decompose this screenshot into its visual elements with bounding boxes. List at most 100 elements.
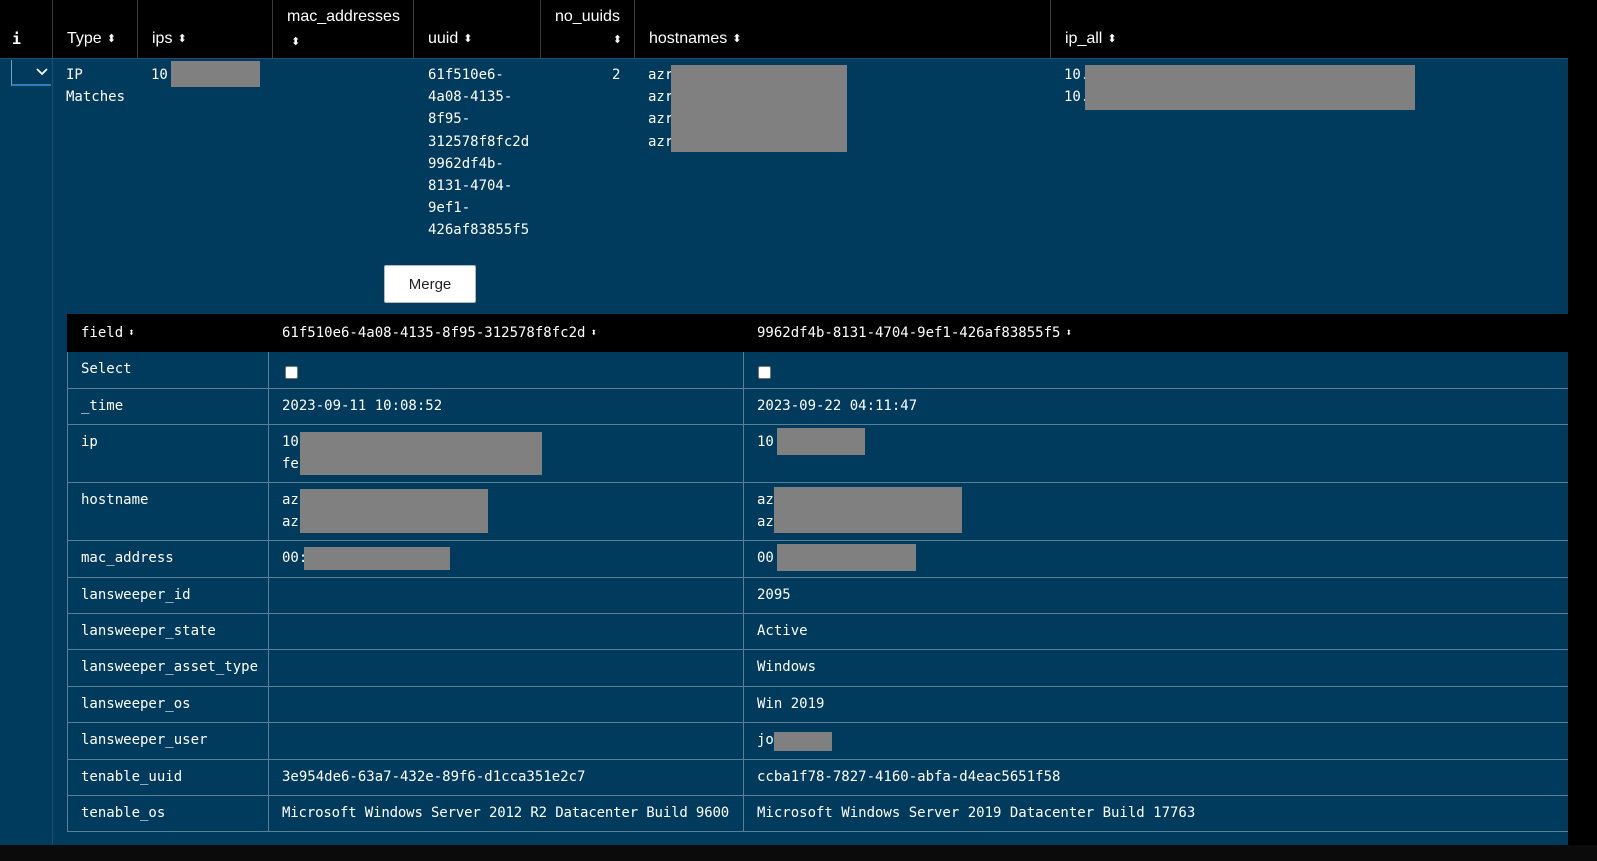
sort-icon[interactable]: ⬍ xyxy=(732,34,741,45)
value-line: 10 xyxy=(757,434,774,450)
uuid-line: 8f95- xyxy=(428,111,471,128)
compare-header-uuid-a[interactable]: 61f510e6-4a08-4135-8f95-312578f8fc2d ⬍ xyxy=(282,325,597,341)
table-header: i Type ⬍ ips ⬍ mac_addresses ⬍ uuid ⬍ no_uu… xyxy=(0,0,1568,59)
field-name: lansweeper_id xyxy=(68,578,269,613)
header-mac-addresses[interactable]: mac_addresses ⬍ xyxy=(273,0,414,58)
value-b: 10 xyxy=(744,425,1569,482)
value-line: jo xyxy=(757,732,774,748)
value-a: 00: xyxy=(269,541,744,577)
redaction xyxy=(774,732,832,751)
results-table: i Type ⬍ ips ⬍ mac_addresses ⬍ uuid ⬍ no_uu… xyxy=(0,0,1568,845)
chevron-down-icon[interactable] xyxy=(36,68,48,76)
value-a: az az xyxy=(269,483,744,540)
field-name: Select xyxy=(68,352,269,388)
redaction xyxy=(300,432,542,475)
field-name: lansweeper_state xyxy=(68,614,269,649)
value-b: Windows xyxy=(757,659,817,675)
compare-row-hostname: hostname az az az az xyxy=(67,483,1568,541)
hostname-line: azr xyxy=(648,111,674,128)
value-a xyxy=(269,352,744,388)
compare-row-mac-address: mac_address 00: 00 xyxy=(67,541,1568,578)
header-no-uuids-label: no_uuids xyxy=(555,8,620,25)
sort-icon[interactable]: ⬍ xyxy=(291,35,300,48)
redaction xyxy=(671,65,847,152)
field-name: lansweeper_os xyxy=(68,687,269,722)
header-type[interactable]: Type ⬍ xyxy=(53,0,138,58)
compare-header-field[interactable]: field ⬍ xyxy=(81,325,135,341)
value-a xyxy=(269,578,744,613)
compare-row-lansweeper-asset-type: lansweeper_asset_type Windows xyxy=(67,650,1568,687)
horizontal-scrollbar[interactable] xyxy=(0,845,1597,861)
compare-row-tenable-os: tenable_os Microsoft Windows Server 2012… xyxy=(67,796,1568,832)
hostname-line: azr xyxy=(648,67,674,83)
value-b: 2023-09-22 04:11:47 xyxy=(757,398,918,414)
sort-icon[interactable]: ⬍ xyxy=(177,34,186,45)
field-name: mac_address xyxy=(68,541,269,577)
compare-row-lansweeper-os: lansweeper_os Win 2019 xyxy=(67,687,1568,723)
merge-button[interactable]: Merge xyxy=(384,265,476,303)
compare-table-header: field ⬍ 61f510e6-4a08-4135-8f95-312578f8f… xyxy=(67,314,1568,352)
compare-row-lansweeper-state: lansweeper_state Active xyxy=(67,614,1568,650)
value-b: Active xyxy=(757,623,808,639)
header-uuid-label: uuid xyxy=(428,30,459,47)
uuid-line: 9ef1- xyxy=(428,200,471,217)
field-name: ip xyxy=(68,425,269,482)
value-a xyxy=(269,650,744,686)
header-ip-all[interactable]: ip_all ⬍ xyxy=(1051,0,1568,58)
header-ip-all-label: ip_all xyxy=(1065,30,1103,47)
redaction xyxy=(171,61,260,87)
row-type-line: Matches xyxy=(66,89,126,106)
compare-header-uuid-a-label: 61f510e6-4a08-4135-8f95-312578f8fc2d xyxy=(282,325,586,341)
compare-header-uuid-b-label: 9962df4b-8131-4704-9ef1-426af83855f5 xyxy=(757,325,1061,341)
sort-icon[interactable]: ⬍ xyxy=(1065,327,1072,338)
row-hostnames: azr azr azr azr xyxy=(648,64,673,153)
sort-icon[interactable]: ⬍ xyxy=(107,34,116,45)
select-checkbox-b[interactable] xyxy=(758,366,771,379)
hostname-line: azr xyxy=(648,89,674,106)
compare-row-select: Select xyxy=(67,352,1568,389)
sort-icon[interactable]: ⬍ xyxy=(463,34,472,45)
row-type: IP Matches xyxy=(66,64,125,108)
compare-row-tenable-uuid: tenable_uuid 3e954de6-63a7-432e-89f6-d1c… xyxy=(67,760,1568,796)
row-ips: 10 xyxy=(151,67,168,83)
header-no-uuids[interactable]: no_uuids ⬍ xyxy=(541,0,635,58)
uuid-line: 312578f8fc2d xyxy=(428,133,530,150)
sort-icon[interactable]: ⬍ xyxy=(590,327,597,338)
uuid-line: 4a08-4135- xyxy=(428,89,513,106)
header-ips[interactable]: ips ⬍ xyxy=(138,0,273,58)
value-b: Microsoft Windows Server 2019 Datacenter… xyxy=(757,805,1196,821)
field-name: lansweeper_asset_type xyxy=(68,650,269,686)
header-hostnames[interactable]: hostnames ⬍ xyxy=(635,0,1051,58)
sort-icon[interactable]: ⬍ xyxy=(1107,34,1116,45)
redaction xyxy=(304,547,450,570)
value-a: 10 fe xyxy=(269,425,744,482)
header-hostnames-label: hostnames xyxy=(649,30,728,47)
hostname-line: azr xyxy=(648,133,674,150)
value-b: Win 2019 xyxy=(757,696,825,712)
field-name: tenable_os xyxy=(68,796,269,831)
value-b: 00 xyxy=(744,541,1569,577)
info-icon: i xyxy=(12,30,22,48)
uuid-line: 8131-4704- xyxy=(428,178,513,195)
uuid-line: 9962df4b- xyxy=(428,155,504,172)
header-mac-addresses-label: mac_addresses xyxy=(287,8,400,25)
redaction xyxy=(774,487,962,533)
row-no-uuids: 2 xyxy=(612,67,621,83)
field-name: tenable_uuid xyxy=(68,760,269,795)
compare-row-lansweeper-user: lansweeper_user jo xyxy=(67,723,1568,760)
value-b: ccba1f78-7827-4160-abfa-d4eac5651f58 xyxy=(757,769,1061,785)
value-b: jo xyxy=(744,723,1569,759)
select-checkbox-a[interactable] xyxy=(285,366,298,379)
header-uuid[interactable]: uuid ⬍ xyxy=(414,0,541,58)
value-a xyxy=(269,723,744,759)
sort-icon[interactable]: ⬍ xyxy=(128,327,135,338)
compare-header-uuid-b[interactable]: 9962df4b-8131-4704-9ef1-426af83855f5 ⬍ xyxy=(757,325,1072,341)
compare-table: field ⬍ 61f510e6-4a08-4135-8f95-312578f8f… xyxy=(67,314,1568,832)
page-gutter xyxy=(1568,0,1597,845)
sort-icon[interactable]: ⬍ xyxy=(613,33,622,46)
field-name: hostname xyxy=(68,483,269,540)
field-name: _time xyxy=(68,389,269,424)
uuid-line: 61f510e6- xyxy=(428,67,504,83)
value-a xyxy=(269,687,744,722)
row-expand-toggle[interactable] xyxy=(11,60,51,86)
